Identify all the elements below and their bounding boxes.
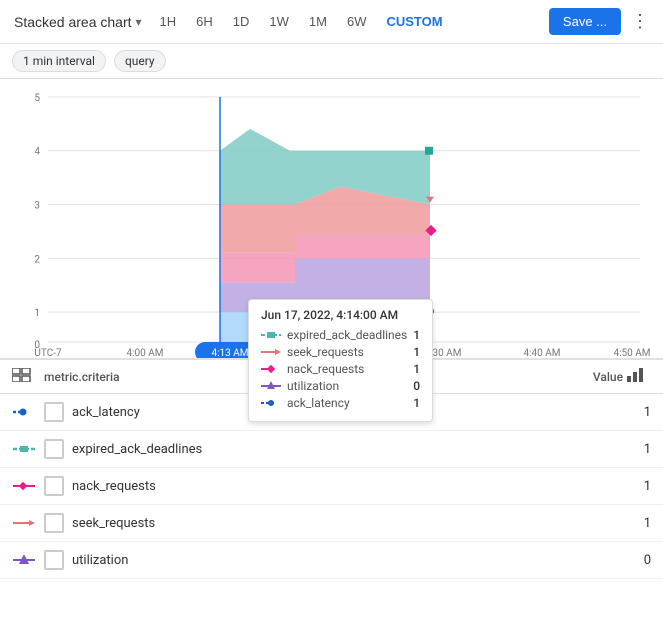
util-value: 0 [611,553,651,568]
tooltip-title: Jun 17, 2022, 4:14:00 AM [261,308,420,322]
svg-text:4:00 AM: 4:00 AM [127,348,164,358]
table-header-icon-col [12,368,44,385]
expired-name: expired_ack_deadlines [72,442,611,457]
nack-name: nack_requests [72,479,611,494]
svg-text:4: 4 [34,147,40,158]
util-triangle-icon [13,554,35,566]
more-options-button[interactable]: ⋮ [625,6,655,37]
ack-latency-series-icon [12,406,36,418]
ack-latency-value: 1 [611,405,651,420]
toolbar: Stacked area chart ▾ 1H 6H 1D 1W 1M 6W C… [0,0,663,44]
time-custom-button[interactable]: CUSTOM [378,9,450,34]
tooltip-row-nack: nack_requests 1 [261,362,420,376]
time-1h-button[interactable]: 1H [152,9,185,34]
subheader-bar: 1 min interval query [0,44,663,79]
nack-diamond-icon [13,480,35,492]
save-button[interactable]: Save ... [549,8,621,35]
seek-series-icon [12,517,36,529]
tooltip-label-util: utilization [287,379,407,393]
table-row[interactable]: seek_requests 1 [0,505,663,542]
table-header-chart [627,368,651,385]
nack-series-icon [12,480,36,492]
tooltip-val-util: 0 [413,379,420,393]
svg-text:5: 5 [34,93,40,104]
table-row[interactable]: utilization 0 [0,542,663,579]
dropdown-icon: ▾ [136,15,142,29]
chart-container[interactable]: 5 4 3 2 1 0 4:13 AM ✕ [0,79,663,359]
tooltip-row-util: utilization 0 [261,379,420,393]
expired-series-icon [12,443,36,455]
table-row[interactable]: expired_ack_deadlines 1 [0,431,663,468]
chart-tooltip: Jun 17, 2022, 4:14:00 AM expired_ack_dea… [248,299,433,422]
tooltip-label-expired: expired_ack_deadlines [287,328,407,342]
nack-value: 1 [611,479,651,494]
grid-icon [12,368,32,382]
tooltip-label-nack: nack_requests [287,362,407,376]
seek-name: seek_requests [72,516,611,531]
seek-checkbox[interactable] [44,513,64,533]
svg-text:1: 1 [34,308,40,319]
util-series-icon [12,554,36,566]
util-name: utilization [72,553,611,568]
interval-pill[interactable]: 1 min interval [12,50,106,72]
time-1m-button[interactable]: 1M [301,9,335,34]
tooltip-row-seek: seek_requests 1 [261,345,420,359]
table-header-value: Value [563,370,623,384]
tooltip-label-seek: seek_requests [287,345,407,359]
util-checkbox[interactable] [44,550,64,570]
ack-icon [261,398,281,408]
svg-text:4:40 AM: 4:40 AM [524,348,561,358]
ack-latency-checkbox[interactable] [44,402,64,422]
svg-text:4:13 AM: 4:13 AM [212,348,249,358]
expired-line-icon [13,443,35,455]
ack-latency-line-icon [13,406,35,418]
tooltip-val-nack: 1 [413,362,420,376]
bar-chart-icon [627,368,643,382]
tooltip-label-ack: ack_latency [287,396,407,410]
seek-arrow-icon [13,517,35,529]
time-6w-button[interactable]: 6W [339,9,375,34]
time-1w-button[interactable]: 1W [261,9,297,34]
chart-title-label: Stacked area chart [14,14,132,30]
svg-text:4:50 AM: 4:50 AM [614,348,651,358]
nack-checkbox[interactable] [44,476,64,496]
util-icon [261,381,281,391]
time-1d-button[interactable]: 1D [225,9,258,34]
expired-icon [261,330,281,340]
chart-title-dropdown[interactable]: Stacked area chart ▾ [8,10,148,34]
time-6h-button[interactable]: 6H [188,9,221,34]
tooltip-val-seek: 1 [413,345,420,359]
tooltip-row-ack: ack_latency 1 [261,396,420,410]
tooltip-row-expired: expired_ack_deadlines 1 [261,328,420,342]
svg-text:3: 3 [34,201,40,212]
seek-value: 1 [611,516,651,531]
tooltip-val-expired: 1 [413,328,420,342]
nack-icon [261,364,281,374]
expired-value: 1 [611,442,651,457]
seek-icon [261,347,281,357]
svg-text:2: 2 [34,254,40,265]
expired-checkbox[interactable] [44,439,64,459]
tooltip-val-ack: 1 [413,396,420,410]
svg-text:UTC-7: UTC-7 [34,348,62,358]
query-pill[interactable]: query [114,50,166,72]
table-row[interactable]: nack_requests 1 [0,468,663,505]
